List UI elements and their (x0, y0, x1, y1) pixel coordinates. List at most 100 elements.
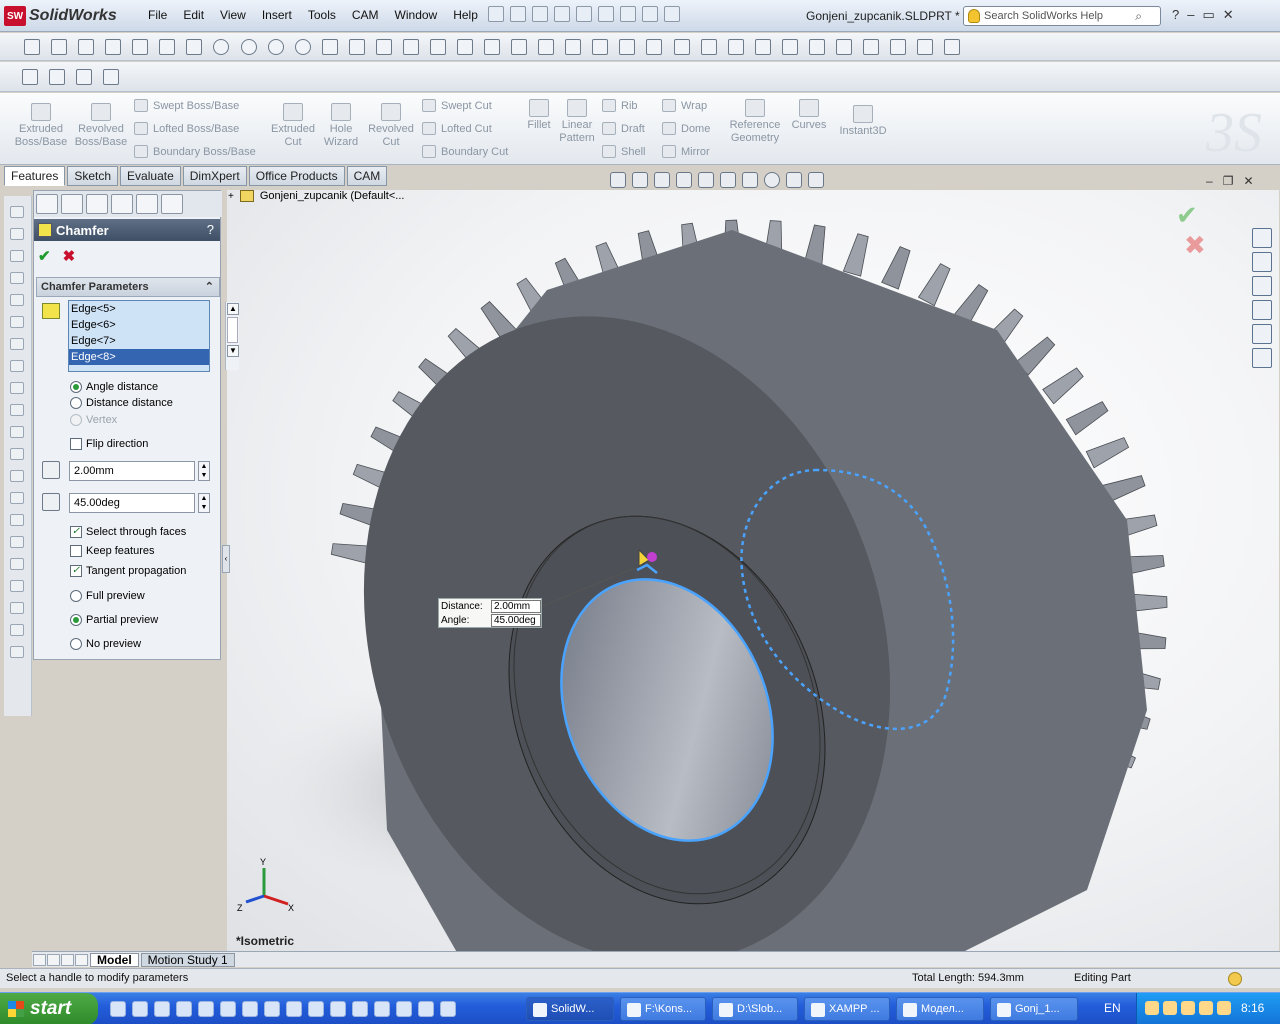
centerline-icon[interactable] (484, 39, 501, 55)
three-point-arc-icon[interactable] (321, 39, 338, 55)
left-tool-icon[interactable] (10, 382, 24, 394)
swept-cut-button[interactable]: Swept Cut (422, 99, 492, 112)
tray-icon[interactable] (1163, 1001, 1177, 1015)
minimize-icon[interactable]: – (1187, 7, 1194, 23)
ellipse-icon[interactable] (348, 39, 365, 55)
tray-icon[interactable] (1217, 1001, 1231, 1015)
app-icon[interactable] (374, 1001, 390, 1017)
curves-button[interactable]: Curves (788, 99, 830, 132)
angle-distance-radio[interactable] (70, 381, 82, 393)
app-icon[interactable] (132, 1001, 148, 1017)
view-orientation-icon[interactable] (698, 172, 714, 188)
menu-view[interactable]: View (212, 8, 254, 22)
app-icon[interactable] (220, 1001, 236, 1017)
menu-help[interactable]: Help (445, 8, 486, 22)
edge-selection-list[interactable]: Edge<5> Edge<6> Edge<7> Edge<8> ▲ ▼ (68, 300, 239, 372)
section-view-icon[interactable] (676, 172, 692, 188)
doc-close-icon[interactable]: ✕ (1243, 174, 1253, 188)
left-tool-icon[interactable] (10, 426, 24, 438)
convert-entities-icon[interactable] (862, 39, 879, 55)
last-tab-icon[interactable] (75, 953, 88, 966)
taskbar-item-folder-f[interactable]: F:\Kons... (620, 997, 706, 1021)
collapse-icon[interactable]: ⌃ (205, 280, 214, 293)
list-item[interactable]: Edge<7> (69, 333, 209, 349)
polygon-icon[interactable] (186, 39, 203, 55)
home-icon[interactable] (1252, 228, 1272, 248)
file-properties-icon[interactable] (642, 6, 658, 22)
distance-distance-radio[interactable] (70, 397, 82, 409)
graphics-area[interactable]: Distance: 2.00mm Angle: 45.00deg Y X Z *… (227, 190, 1279, 952)
boundary-cut-button[interactable]: Boundary Cut (422, 145, 508, 158)
tray-icon[interactable] (1181, 1001, 1195, 1015)
rebuild-status-icon[interactable] (1228, 972, 1242, 986)
feature-tree-flyout[interactable]: + Gonjeni_zupcanik (Default<... (228, 190, 404, 202)
app-icon[interactable] (286, 1001, 302, 1017)
ie-icon[interactable] (110, 1001, 126, 1017)
chamfer-callout[interactable]: Distance: 2.00mm Angle: 45.00deg (438, 598, 542, 628)
dome-button[interactable]: Dome (662, 122, 710, 135)
app-icon[interactable] (330, 1001, 346, 1017)
left-tool-icon[interactable] (10, 602, 24, 614)
list-scrollbar[interactable]: ▲ ▼ (225, 302, 239, 370)
list-item[interactable]: Edge<5> (69, 301, 209, 317)
tab-model[interactable]: Model (90, 952, 139, 967)
no-preview-radio[interactable] (70, 638, 82, 650)
display-manager-tab-icon[interactable] (136, 194, 158, 214)
taskbar-item-solidworks[interactable]: SolidW... (526, 997, 614, 1021)
shell-button[interactable]: Shell (602, 145, 645, 158)
extruded-cut-button[interactable]: Extruded Cut (266, 103, 320, 149)
tab-evaluate[interactable]: Evaluate (120, 166, 181, 186)
left-tool-icon[interactable] (10, 294, 24, 306)
scroll-up-icon[interactable]: ▲ (227, 303, 239, 315)
display-style-icon[interactable] (720, 172, 736, 188)
filter-tab-icon[interactable] (161, 194, 183, 214)
centerpoint-arc-icon[interactable] (267, 39, 284, 55)
partial-preview-option[interactable]: Partial preview (70, 614, 158, 626)
select-icon[interactable] (598, 6, 614, 22)
instant3d-button[interactable]: Instant3D (836, 105, 890, 138)
hole-wizard-button[interactable]: Hole Wizard (318, 103, 364, 149)
menu-file[interactable]: File (140, 8, 175, 22)
expand-icon[interactable]: + (228, 191, 234, 202)
tab-sketch[interactable]: Sketch (67, 166, 119, 186)
swept-boss-button[interactable]: Swept Boss/Base (134, 99, 239, 112)
options-icon[interactable] (664, 6, 680, 22)
help-icon[interactable]: ? (1172, 7, 1179, 23)
left-tool-icon[interactable] (10, 206, 24, 218)
left-tool-icon[interactable] (10, 272, 24, 284)
lofted-cut-button[interactable]: Lofted Cut (422, 122, 492, 135)
design-library-icon[interactable] (1252, 252, 1272, 272)
text-icon[interactable] (727, 39, 744, 55)
print-icon[interactable] (554, 6, 570, 22)
draft-button[interactable]: Draft (602, 122, 645, 135)
help-search-input[interactable]: Search SolidWorks Help ⌕ (963, 6, 1161, 26)
app-icon[interactable] (308, 1001, 324, 1017)
undo-icon[interactable] (576, 6, 592, 22)
grid-icon[interactable] (51, 39, 68, 55)
plane-icon[interactable] (754, 39, 771, 55)
callout-distance-value[interactable]: 2.00mm (491, 599, 541, 613)
tab-office-products[interactable]: Office Products (248, 166, 345, 186)
mirror-button[interactable]: Mirror (662, 145, 710, 158)
extruded-boss-button[interactable]: Extruded Boss/Base (14, 103, 68, 149)
parabola-icon[interactable] (402, 39, 419, 55)
custom-properties-icon[interactable] (1252, 348, 1272, 368)
spline-icon[interactable] (375, 39, 392, 55)
rotate-icon[interactable] (646, 39, 663, 55)
apply-scene-icon[interactable] (786, 172, 802, 188)
select-through-faces-checkbox[interactable]: ✓ (70, 526, 82, 538)
featuremanager-tab-icon[interactable] (36, 194, 58, 214)
full-preview-radio[interactable] (70, 590, 82, 602)
wrap-button[interactable]: Wrap (662, 99, 707, 112)
left-tool-icon[interactable] (10, 536, 24, 548)
mirror-sketch-icon[interactable] (592, 39, 609, 55)
perimeter-circle-icon[interactable] (240, 39, 257, 55)
left-tool-icon[interactable] (10, 448, 24, 460)
left-tool-icon[interactable] (10, 360, 24, 372)
left-tool-icon[interactable] (10, 250, 24, 262)
ok-button[interactable]: ✔ (38, 247, 51, 265)
block-icon[interactable] (917, 39, 934, 55)
left-tool-icon[interactable] (10, 492, 24, 504)
edit-appearance-icon[interactable] (764, 172, 780, 188)
left-tool-icon[interactable] (10, 470, 24, 482)
